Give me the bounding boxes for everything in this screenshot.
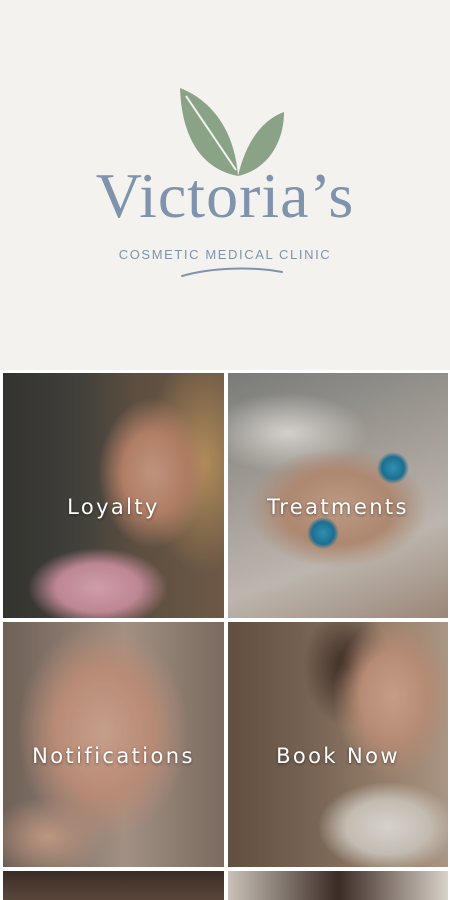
tile-book-now-label: Book Now	[276, 744, 400, 768]
app-header: Victoria’s COSMETIC MEDICAL CLINIC	[0, 0, 450, 370]
tile-loyalty[interactable]: Loyalty	[3, 373, 224, 618]
partial-photo-left	[3, 871, 224, 900]
tile-loyalty-label: Loyalty	[67, 495, 160, 519]
tile-partial-right[interactable]	[228, 871, 448, 900]
brand-wordmark: Victoria’s	[95, 160, 355, 231]
swoosh-decoration	[181, 267, 283, 277]
menu-grid: Loyalty Treatments Notifications Book No…	[0, 370, 450, 900]
tile-partial-left[interactable]	[3, 871, 224, 900]
tile-notifications-label: Notifications	[32, 744, 195, 768]
brand-tagline: COSMETIC MEDICAL CLINIC	[118, 247, 332, 262]
tile-book-now[interactable]: Book Now	[228, 622, 448, 867]
tile-treatments[interactable]: Treatments	[228, 373, 448, 618]
partial-photo-right	[228, 871, 448, 900]
tile-notifications[interactable]: Notifications	[3, 622, 224, 867]
tile-treatments-label: Treatments	[267, 495, 409, 519]
